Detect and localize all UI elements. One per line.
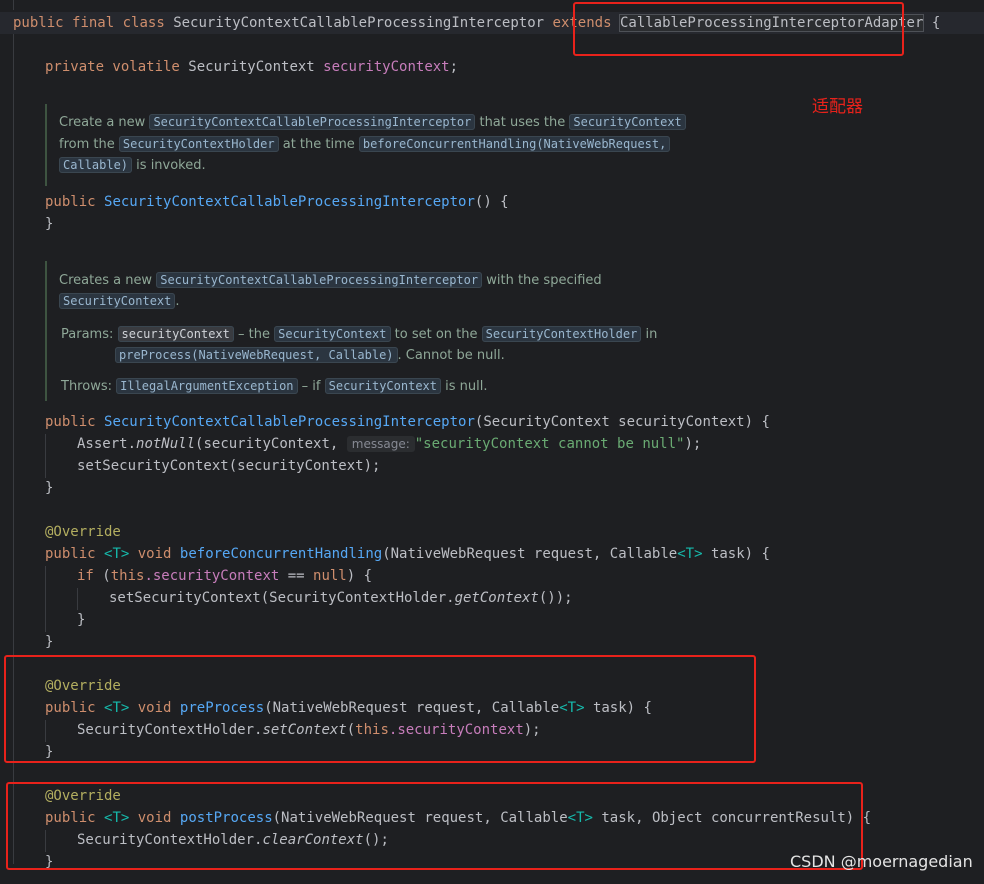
set-context-call[interactable]: setSecurityContext(SecurityContextHolder… <box>109 587 573 609</box>
doc-text: at the time <box>282 137 355 152</box>
statement-end: ); <box>684 436 702 452</box>
keyword: void <box>137 546 172 562</box>
assert-class: Assert. <box>77 436 137 452</box>
keyword: public <box>45 546 96 562</box>
constructor-param-signature[interactable]: public SecurityContextCallableProcessing… <box>45 411 770 433</box>
type-param: <T> <box>104 546 130 562</box>
statement-end: ()); <box>538 590 573 606</box>
doc-code-link[interactable]: beforeConcurrentHandling(NativeWebReques… <box>358 136 671 152</box>
paren: ) { <box>346 568 373 584</box>
closing-brace: } <box>45 213 53 235</box>
set-context-call[interactable]: setSecurityContext(securityContext); <box>77 455 380 477</box>
param-list: task) { <box>702 546 770 562</box>
doc-code-link[interactable]: SecurityContextHolder <box>481 326 642 342</box>
brace: } <box>45 634 54 650</box>
indent-guide <box>45 434 46 478</box>
watermark: CSDN @moernagedian <box>790 852 973 871</box>
args: (securityContext, <box>195 436 339 452</box>
doc-code-link[interactable]: SecurityContextCallableProcessingInterce… <box>156 272 483 288</box>
doc-text: . Cannot be null. <box>397 348 505 363</box>
doc-params-label: Params: <box>61 327 114 342</box>
doc-code-link[interactable]: SecurityContext <box>569 114 686 130</box>
method-call: setSecurityContext(securityContext); <box>77 458 381 474</box>
highlight-box-parent-class <box>573 2 904 56</box>
assert-method[interactable]: notNull <box>136 436 195 452</box>
doc-code-link[interactable]: SecurityContextHolder <box>118 136 279 152</box>
operator: == <box>279 568 314 584</box>
class-name[interactable]: SecurityContextCallableProcessingInterce… <box>173 15 544 31</box>
annotation: @Override <box>45 524 121 540</box>
keyword: final <box>72 15 115 31</box>
method-call: setSecurityContext(SecurityContextHolder… <box>109 590 455 606</box>
field-name[interactable]: securityContext <box>323 59 449 75</box>
brace: } <box>45 480 54 496</box>
override-annotation: @Override <box>45 521 121 543</box>
brace: } <box>77 612 86 628</box>
keyword: if <box>77 568 94 584</box>
highlight-box-post-process <box>6 782 863 870</box>
if-statement[interactable]: if (this.securityContext == null) { <box>77 565 372 587</box>
doc-text: is invoked. <box>136 158 206 173</box>
param-list: (NativeWebRequest request, Callable <box>382 546 678 562</box>
keyword: public <box>45 194 96 210</box>
before-handling-signature[interactable]: public <T> void beforeConcurrentHandling… <box>45 543 770 565</box>
string-literal: "securityContext cannot be null" <box>414 436 685 452</box>
doc-code-link[interactable]: SecurityContext <box>274 326 391 342</box>
doc-text: in <box>645 327 658 342</box>
doc-text: Creates a new <box>59 273 153 288</box>
semicolon: ; <box>449 59 459 75</box>
field-declaration[interactable]: private volatile SecurityContext securit… <box>45 56 458 78</box>
assert-statement[interactable]: Assert.notNull(securityContext, message:… <box>77 433 701 455</box>
constructor-name[interactable]: SecurityContextCallableProcessingInterce… <box>104 414 475 430</box>
javadoc-constructor-param[interactable]: Creates a new SecurityContextCallablePro… <box>45 261 657 401</box>
doc-code-link[interactable]: SecurityContextCallableProcessingInterce… <box>149 114 476 130</box>
doc-code-link[interactable]: SecurityContext <box>59 293 176 309</box>
closing-brace: } <box>45 631 53 653</box>
modifiers: private volatile <box>45 59 180 75</box>
keyword: null <box>313 568 347 584</box>
closing-brace: } <box>45 477 53 499</box>
indent-guide <box>13 0 14 10</box>
keyword: public <box>45 414 96 430</box>
doc-throws-label: Throws: <box>61 379 112 394</box>
javadoc-constructor-default[interactable]: Create a new SecurityContextCallableProc… <box>45 104 686 186</box>
method-name[interactable]: beforeConcurrentHandling <box>180 546 382 562</box>
doc-code-link[interactable]: IllegalArgumentException <box>116 378 298 394</box>
field-type[interactable]: SecurityContext <box>188 59 314 75</box>
field-ref: .securityContext <box>144 568 280 584</box>
doc-code-link[interactable]: SecurityContext <box>324 378 441 394</box>
doc-text: Create a new <box>59 115 146 130</box>
method-name[interactable]: getContext <box>455 590 539 606</box>
indent-guide <box>45 566 46 632</box>
keyword: class <box>122 15 165 31</box>
doc-text: is null. <box>445 379 488 394</box>
constructor-name[interactable]: SecurityContextCallableProcessingInterce… <box>104 194 475 210</box>
keyword: public <box>13 15 64 31</box>
paren: ( <box>93 568 111 584</box>
doc-text: from the <box>59 137 115 152</box>
brace: } <box>45 216 54 232</box>
brace: { <box>931 15 941 31</box>
indent-guide <box>77 588 78 610</box>
doc-text: to set on the <box>394 327 478 342</box>
closing-brace: } <box>77 609 85 631</box>
signature: () { <box>474 194 509 210</box>
doc-code-link[interactable]: preProcess(NativeWebRequest, Callable) <box>115 347 398 363</box>
doc-text: with the specified <box>486 273 602 288</box>
keyword: this <box>110 568 145 584</box>
parameter-hint: message: <box>346 436 415 452</box>
adapter-annotation-note: 适配器 <box>812 97 863 117</box>
doc-param-name: securityContext <box>117 326 234 342</box>
doc-text: – if <box>301 379 321 394</box>
type-param: <T> <box>677 546 703 562</box>
doc-code-link[interactable]: Callable) <box>59 157 133 173</box>
doc-text: . <box>175 294 180 309</box>
doc-text: that uses the <box>479 115 566 130</box>
param-list: (SecurityContext securityContext) { <box>474 414 770 430</box>
constructor-default-signature[interactable]: public SecurityContextCallableProcessing… <box>45 191 509 213</box>
doc-text: – the <box>238 327 270 342</box>
highlight-box-pre-process <box>4 655 756 763</box>
